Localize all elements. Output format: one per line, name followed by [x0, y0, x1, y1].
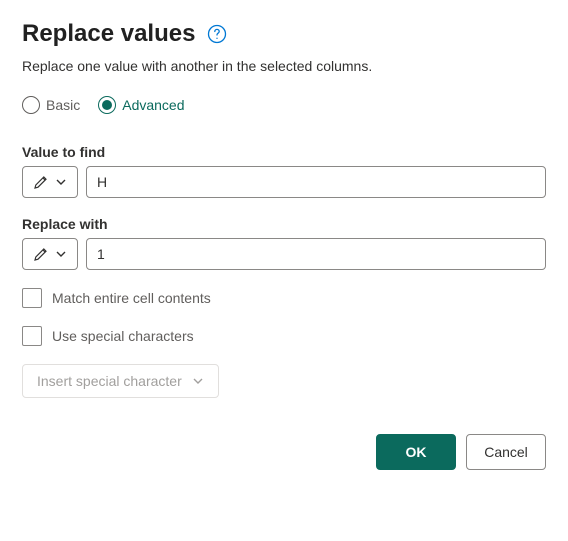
pencil-icon — [33, 246, 49, 262]
use-special-checkbox[interactable]: Use special characters — [22, 326, 546, 346]
pencil-icon — [33, 174, 49, 190]
chevron-down-icon — [192, 375, 204, 387]
radio-circle-icon — [98, 96, 116, 114]
replace-with-type-picker[interactable] — [22, 238, 78, 270]
cancel-button[interactable]: Cancel — [466, 434, 546, 470]
chevron-down-icon — [55, 176, 67, 188]
mode-radio-group: Basic Advanced — [22, 96, 546, 114]
chevron-down-icon — [55, 248, 67, 260]
match-entire-checkbox[interactable]: Match entire cell contents — [22, 288, 546, 308]
insert-special-label: Insert special character — [37, 373, 182, 389]
match-entire-label: Match entire cell contents — [52, 290, 211, 306]
help-icon[interactable] — [207, 24, 227, 44]
radio-advanced[interactable]: Advanced — [98, 96, 184, 114]
value-to-find-type-picker[interactable] — [22, 166, 78, 198]
ok-button[interactable]: OK — [376, 434, 456, 470]
radio-advanced-label: Advanced — [122, 97, 184, 113]
replace-with-input[interactable] — [86, 238, 546, 270]
insert-special-character-dropdown: Insert special character — [22, 364, 219, 398]
replace-with-label: Replace with — [22, 216, 546, 232]
value-to-find-input[interactable] — [86, 166, 546, 198]
checkbox-box-icon — [22, 288, 42, 308]
dialog-subtitle: Replace one value with another in the se… — [22, 58, 546, 74]
use-special-label: Use special characters — [52, 328, 194, 344]
radio-basic-label: Basic — [46, 97, 80, 113]
radio-basic[interactable]: Basic — [22, 96, 80, 114]
radio-circle-icon — [22, 96, 40, 114]
dialog-title: Replace values — [22, 20, 195, 48]
value-to-find-label: Value to find — [22, 144, 546, 160]
checkbox-box-icon — [22, 326, 42, 346]
